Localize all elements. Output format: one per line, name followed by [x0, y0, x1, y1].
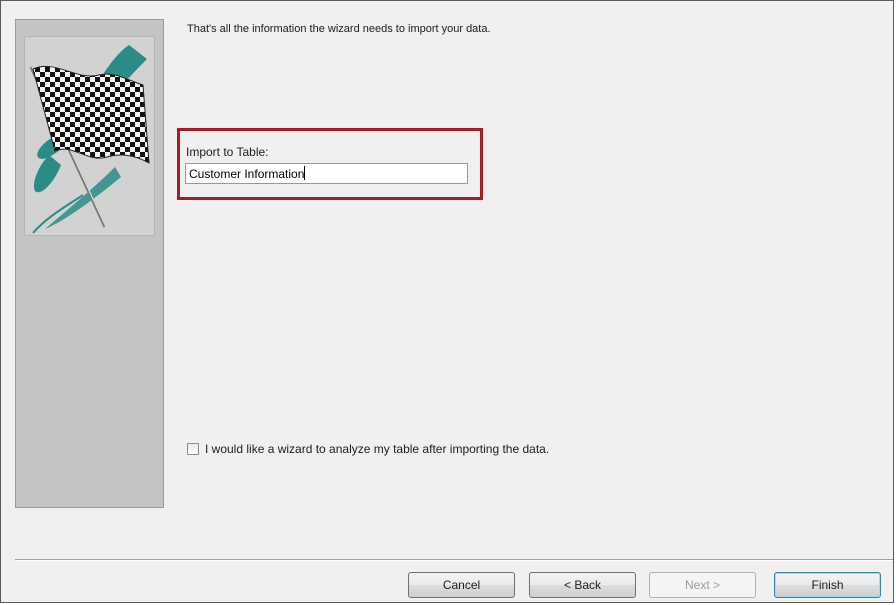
- back-button[interactable]: < Back: [529, 572, 636, 598]
- analyze-table-option[interactable]: I would like a wizard to analyze my tabl…: [187, 441, 549, 457]
- text-caret: [304, 166, 306, 180]
- checkered-flag-icon: [24, 36, 155, 236]
- finish-button[interactable]: Finish: [774, 572, 881, 598]
- analyze-table-checkbox-label[interactable]: I would like a wizard to analyze my tabl…: [205, 442, 549, 456]
- wizard-intro-text: That's all the information the wizard ne…: [187, 23, 491, 35]
- cancel-button[interactable]: Cancel: [408, 572, 515, 598]
- import-wizard-dialog: That's all the information the wizard ne…: [0, 0, 894, 603]
- button-bar-separator: [15, 559, 893, 561]
- table-name-value: Customer Information: [189, 167, 305, 181]
- wizard-art-panel: [15, 19, 164, 508]
- table-name-input[interactable]: Customer Information: [185, 163, 468, 184]
- analyze-table-checkbox[interactable]: [187, 443, 199, 455]
- next-button[interactable]: Next >: [649, 572, 756, 598]
- import-to-table-label: Import to Table:: [186, 145, 269, 159]
